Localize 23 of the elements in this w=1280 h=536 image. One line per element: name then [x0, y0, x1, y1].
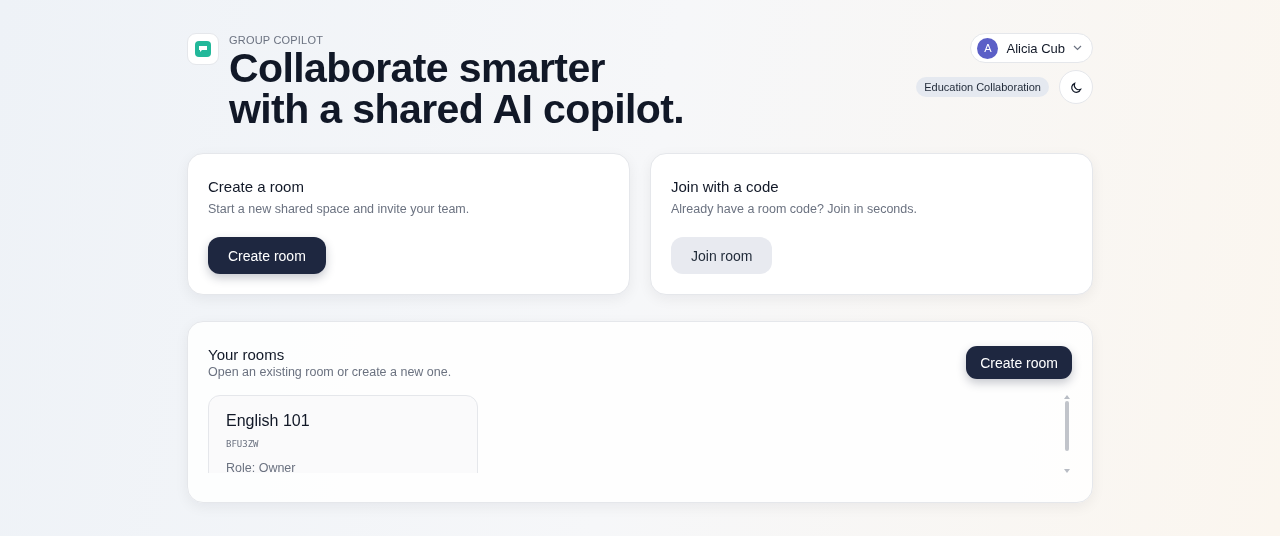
user-menu-button[interactable]: A Alicia Cub: [970, 33, 1093, 63]
user-avatar: A: [977, 37, 999, 59]
panel-title: Your rooms: [208, 346, 286, 363]
create-room-button[interactable]: Create room: [966, 346, 1072, 379]
scrollbar[interactable]: [1062, 395, 1072, 473]
room-name: English 101: [226, 412, 311, 430]
theme-toggle-button[interactable]: [1059, 70, 1093, 104]
room-role: Role: Owner: [226, 461, 297, 473]
headline: Collaborate smarter with a shared AI copilot.: [229, 48, 685, 130]
moon-icon: [1069, 80, 1083, 94]
card-description: Start a new shared space and invite your team.: [208, 202, 471, 216]
join-room-button[interactable]: Join room: [671, 237, 773, 274]
room-code: BFU3ZW: [226, 439, 260, 449]
room-card[interactable]: English 101 BFU3ZW Role: Owner: [208, 395, 478, 473]
create-room-button[interactable]: Create room: [208, 237, 326, 274]
card-title: Create a room: [208, 178, 305, 195]
app-eyebrow: GROUP COPILOT: [229, 34, 325, 46]
panel-subtitle: Open an existing room or create a new one.: [208, 365, 452, 379]
chevron-down-icon: [1073, 45, 1082, 51]
workspace-tag: Education Collaboration: [916, 77, 1049, 97]
card-description: Already have a room code? Join in seconds.: [671, 202, 918, 216]
app-logo-icon: [187, 33, 219, 65]
card-title: Join with a code: [671, 178, 780, 195]
